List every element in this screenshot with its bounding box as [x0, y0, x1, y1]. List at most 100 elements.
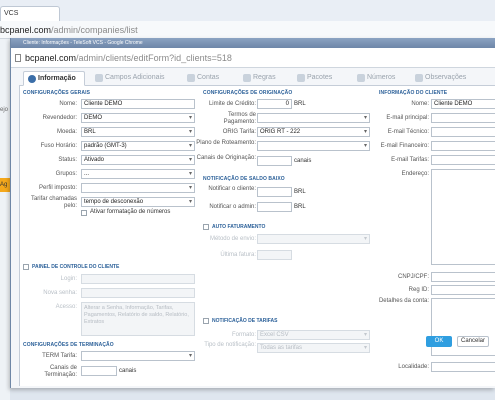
fuso-select[interactable]: padrão (GMT-3) [81, 141, 195, 151]
section-painel-title: PAINEL DE CONTROLE DO CLIENTE [23, 264, 119, 270]
limite-field[interactable]: 0 [257, 99, 292, 109]
section-tarifas-title: NOTIFICAÇÃO DE TARIFAS [203, 318, 277, 324]
tab-informacao[interactable]: Informação [23, 71, 85, 86]
popup-address-bar[interactable]: bcpanel.com/admin/clients/editForm?id_cl… [11, 48, 495, 68]
rules-icon [243, 74, 251, 82]
notificar-cliente-unit: BRL [294, 189, 306, 195]
canais-originacao-field[interactable] [257, 156, 292, 166]
notificacao-tarifas-checkbox[interactable] [203, 318, 209, 324]
canais-terminacao-field[interactable] [81, 366, 117, 376]
canais-terminacao-label: Canais de Terminação: [44, 365, 77, 378]
tipo-notificacao-label: Tipo de notificação: [204, 342, 256, 348]
email-tarifas-label: E-mail Tarifas: [391, 157, 429, 163]
background-url[interactable]: bcpanel.com/admin/companies/list [0, 24, 495, 36]
cliente-nome-field[interactable]: Cliente DEMO [431, 99, 495, 109]
acesso-list[interactable]: Alterar a Senha, Informação, Tarifas, Pa… [81, 302, 195, 336]
popup-url[interactable]: bcpanel.com/admin/clients/editForm?id_cl… [25, 52, 232, 64]
email-tarifas-field[interactable] [431, 155, 495, 165]
section-terminacao-title: CONFIGURAÇÕES DE TERMINAÇÃO [23, 342, 114, 348]
grupos-label: Grupos: [55, 171, 77, 177]
status-label: Status: [58, 157, 77, 163]
painel-checkbox[interactable] [23, 264, 29, 270]
localidade-field[interactable] [431, 362, 495, 372]
numbers-icon [357, 74, 365, 82]
ultima-fatura-label: Última fatura: [220, 252, 256, 258]
login-field[interactable] [81, 274, 195, 284]
tab-pacotes[interactable]: Pacotes [293, 71, 349, 86]
email-principal-label: E-mail principal: [386, 115, 429, 121]
fields-icon [95, 74, 103, 82]
email-tecnico-field[interactable] [431, 127, 495, 137]
formatacao-label: Ativar formatação de números [90, 209, 171, 215]
cnpj-field[interactable] [431, 272, 495, 282]
cancel-button[interactable]: Cancelar [457, 336, 489, 347]
background-side-badge[interactable]: Ag [0, 178, 10, 192]
background-address-bar[interactable]: bcpanel.com/admin/companies/list [0, 21, 495, 39]
metodo-select[interactable] [257, 234, 370, 244]
term-tarifa-select[interactable] [81, 351, 195, 361]
nome-field[interactable]: Cliente DEMO [81, 99, 195, 109]
client-edit-popup: Cliente: Informações - TeleSoft VCS - Go… [10, 38, 495, 388]
formato-select[interactable]: Excel CSV [257, 330, 370, 340]
user-icon [28, 75, 36, 83]
tab-campos-adicionais[interactable]: Campos Adicionais [91, 71, 179, 86]
senha-field[interactable] [81, 288, 195, 298]
background-tab[interactable]: VCS [0, 6, 60, 21]
term-tarifa-label: TERM Tarifa: [42, 353, 77, 359]
localidade-label: Localidade: [398, 364, 429, 370]
section-originacao-title: CONFIGURAÇÕES DE ORIGINAÇÃO [203, 90, 293, 96]
endereco-textarea[interactable] [431, 169, 495, 265]
background-tab-bar: VCS [0, 0, 495, 22]
canais-originacao-label: Canais de Originação: [196, 155, 256, 161]
notificar-cliente-field[interactable] [257, 187, 292, 197]
termos-select[interactable] [257, 113, 370, 123]
email-financeiro-label: E-mail Financeiro: [380, 143, 429, 149]
tab-numeros[interactable]: Números [353, 71, 407, 86]
acesso-label: Acesso: [55, 304, 77, 310]
popup-title-bar[interactable]: Cliente: Informações - TeleSoft VCS - Go… [11, 38, 495, 48]
revendedor-select[interactable]: DEMO [81, 113, 195, 123]
section-cliente-title: INFORMAÇÃO DO CLIENTE [379, 90, 448, 96]
notes-icon [415, 74, 423, 82]
email-financeiro-field[interactable] [431, 141, 495, 151]
grupos-select[interactable]: ... [81, 169, 195, 179]
nome-label: Nome: [59, 101, 77, 107]
plano-select[interactable] [257, 141, 370, 151]
packages-icon [297, 74, 305, 82]
canais-terminacao-unit: canais [119, 368, 137, 374]
background-side-label: ejo [0, 107, 9, 113]
senha-label: Nova senha: [43, 290, 77, 296]
ok-button[interactable]: OK [426, 336, 452, 347]
auto-faturamento-checkbox[interactable] [203, 224, 209, 230]
tarifar-select[interactable]: tempo de desconexão [81, 197, 195, 207]
section-auto-title: AUTO FATURAMENTO [203, 224, 265, 230]
tab-observacoes[interactable]: Observações [411, 71, 481, 86]
metodo-label: Método de envio: [209, 236, 256, 242]
notificar-cliente-label: Notificar o cliente: [208, 186, 256, 192]
formatacao-checkbox[interactable] [81, 210, 87, 216]
reg-id-field[interactable] [431, 285, 495, 295]
reg-id-label: Reg ID: [408, 287, 429, 293]
endereco-label: Endereço: [401, 171, 429, 177]
status-select[interactable]: Ativado [81, 155, 195, 165]
limite-unit: BRL [294, 101, 306, 107]
notificar-admin-field[interactable] [257, 202, 292, 212]
plano-label: Plano de Roteamento: [196, 140, 256, 146]
ultima-fatura-field[interactable] [257, 250, 292, 260]
cnpj-label: CNPJ/CPF: [397, 274, 429, 280]
login-label: Login: [60, 276, 77, 282]
tab-content: CONFIGURAÇÕES GERAIS Nome: Cliente DEMO … [19, 86, 495, 386]
moeda-select[interactable]: BRL [81, 127, 195, 137]
termos-label: Termos de Pagamento: [223, 112, 256, 125]
detalhes-conta-textarea[interactable] [431, 298, 495, 356]
tab-bar: Informação Campos Adicionais Contas Regr… [19, 70, 495, 86]
orig-tarifa-select[interactable]: ORIG RT - 222 [257, 127, 370, 137]
revendedor-label: Revendedor: [42, 115, 77, 121]
email-principal-field[interactable] [431, 113, 495, 123]
notificar-admin-label: Notificar o admin: [209, 204, 256, 210]
moeda-label: Moeda: [56, 129, 77, 135]
tab-contas[interactable]: Contas [183, 71, 235, 86]
tipo-notificacao-select[interactable]: Todas as tarifas [257, 343, 370, 353]
tab-regras[interactable]: Regras [239, 71, 289, 86]
perfil-select[interactable] [81, 183, 195, 193]
